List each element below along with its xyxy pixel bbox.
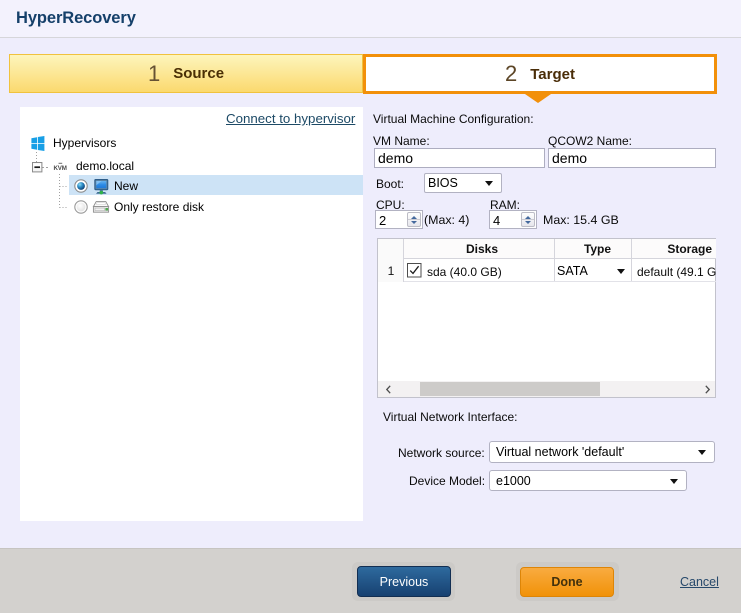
svg-text:KVM: KVM: [54, 165, 67, 172]
